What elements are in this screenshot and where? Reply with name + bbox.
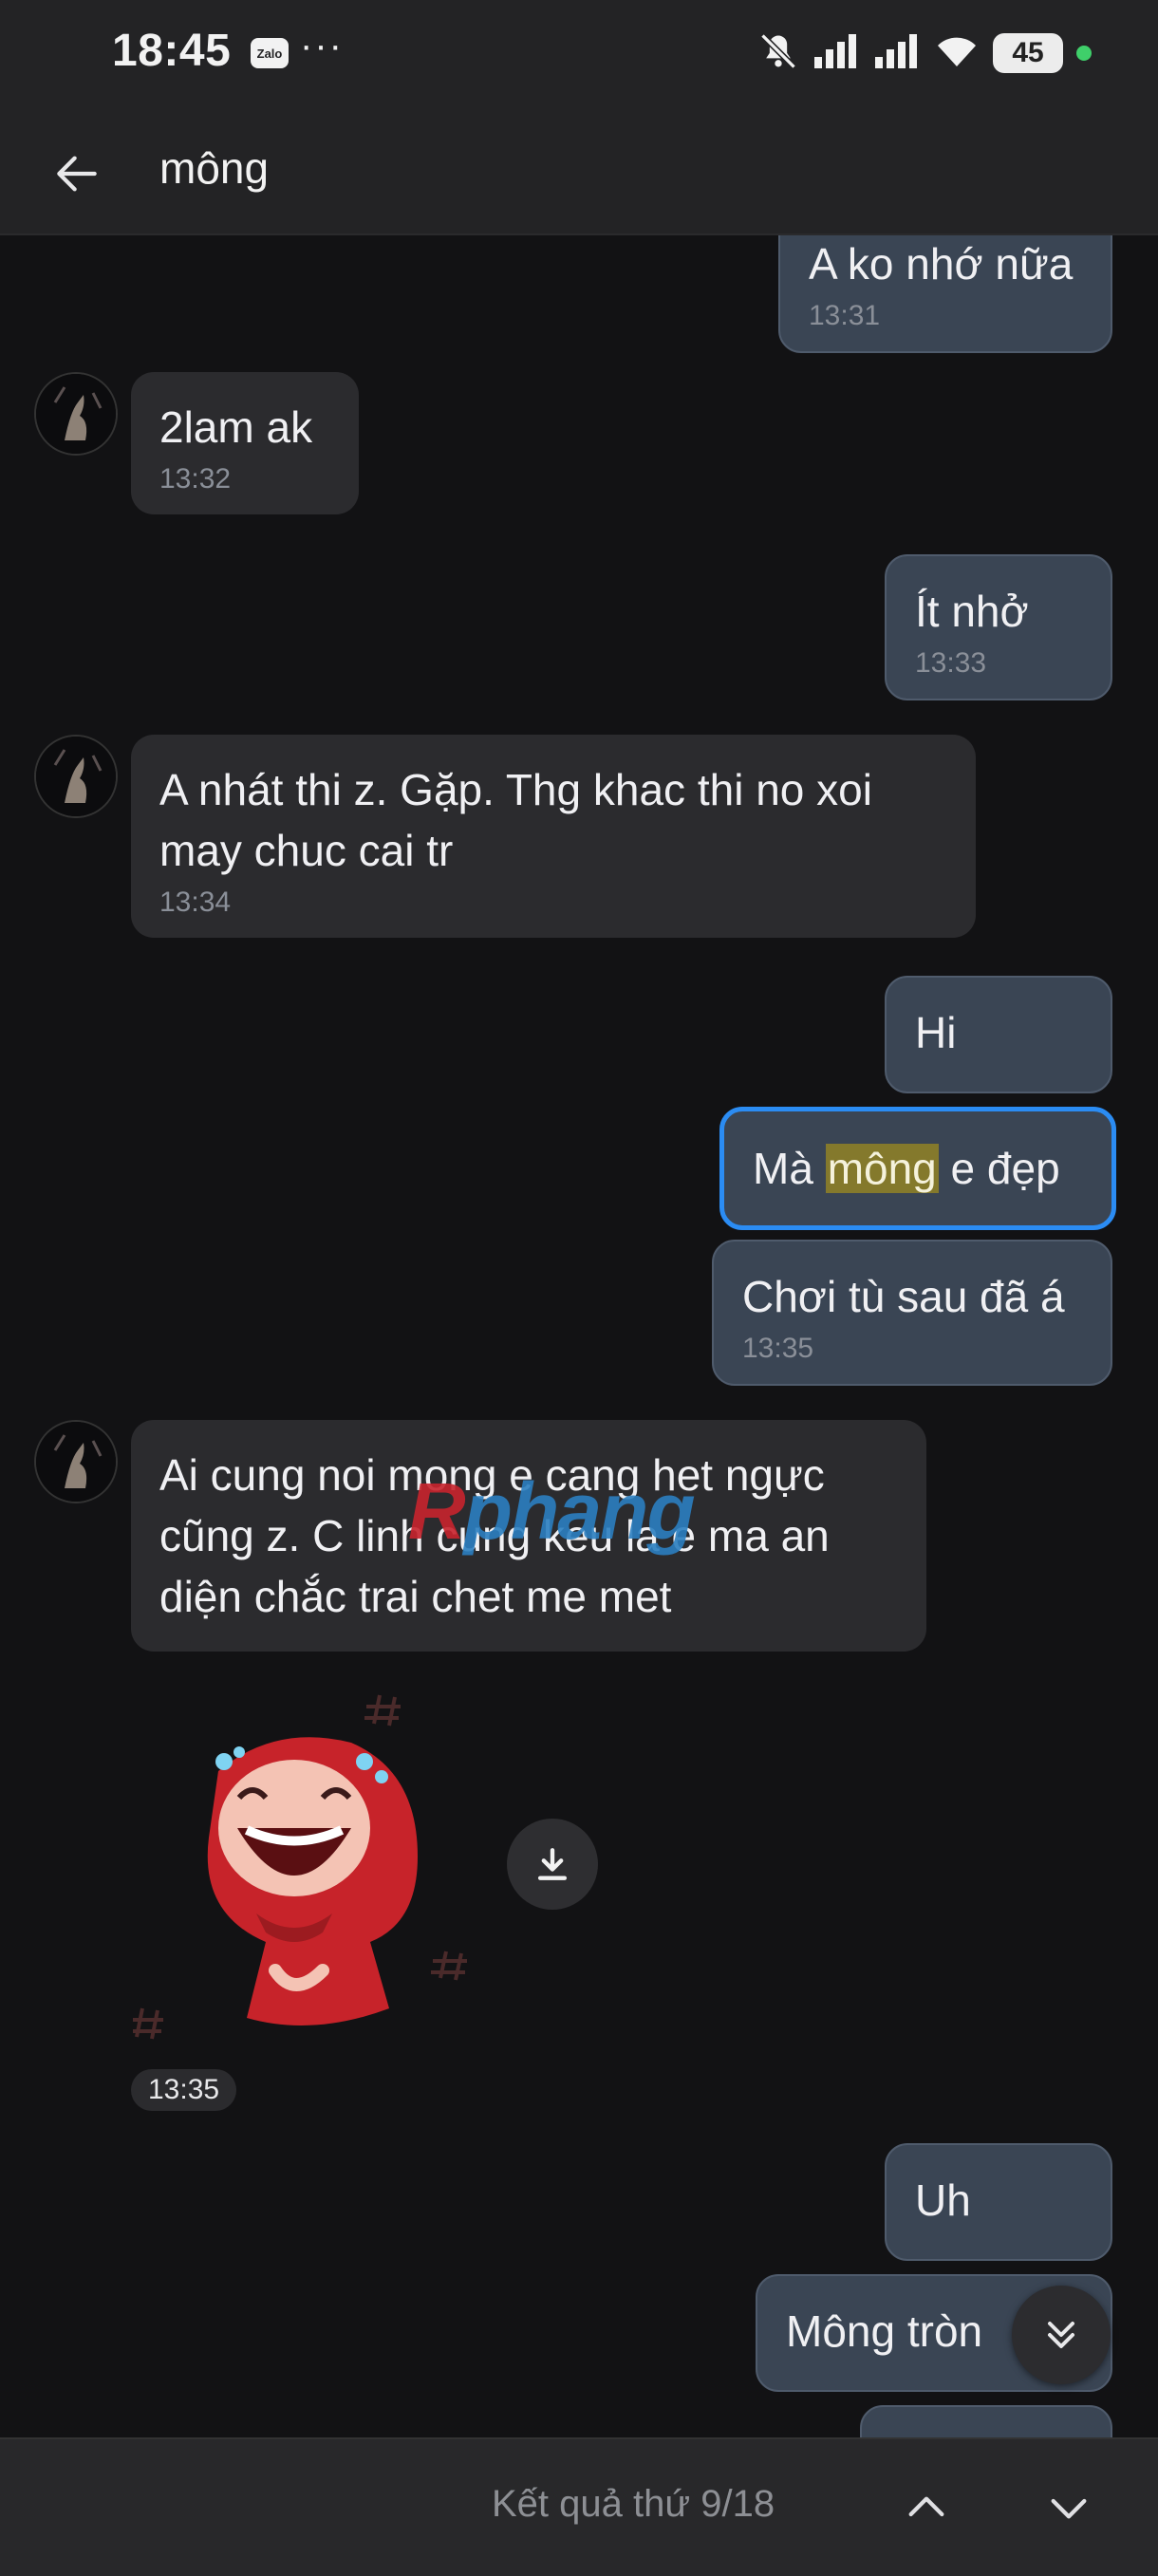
- message-time: 13:34: [159, 887, 232, 918]
- message-outgoing[interactable]: [860, 2405, 1112, 2437]
- search-navigation-bar: Kết quả thứ 9/18: [0, 2437, 1158, 2576]
- search-highlight: mông: [825, 1144, 939, 1193]
- message-time: 13:33: [915, 647, 987, 679]
- message-text: Hi: [915, 1008, 957, 1057]
- watermark-logo: Rphang: [408, 1466, 696, 1556]
- previous-result-button[interactable]: [892, 2473, 961, 2542]
- chevron-down-icon: [1051, 2498, 1087, 2519]
- message-text-after: e đẹp: [938, 1144, 1060, 1193]
- double-chevron-down-icon: [1048, 2322, 1074, 2348]
- message-incoming[interactable]: 2lam ak 13:32: [131, 372, 359, 514]
- next-result-button[interactable]: [1035, 2473, 1103, 2542]
- signal-icon-2: [873, 32, 921, 75]
- message-time: 13:31: [809, 300, 881, 331]
- message-outgoing[interactable]: Hi: [885, 976, 1112, 1093]
- message-search-result[interactable]: Mà mông e đẹp: [719, 1107, 1116, 1230]
- privacy-indicator-icon: [1076, 46, 1092, 61]
- message-time: 13:35: [742, 1333, 814, 1364]
- more-notifications-icon: ···: [300, 25, 344, 66]
- search-result-count: Kết quả thứ 9/18: [492, 2483, 775, 2525]
- message-text-before: Mà: [753, 1144, 826, 1193]
- message-text: A ko nhớ nữa: [809, 239, 1074, 289]
- scroll-to-bottom-button[interactable]: [1012, 2286, 1111, 2384]
- message-outgoing[interactable]: Chơi tù sau đã á 13:35: [712, 1240, 1112, 1386]
- signal-icon: [812, 32, 860, 75]
- message-text: Ít nhở: [915, 587, 1029, 636]
- message-outgoing[interactable]: Ít nhở 13:33: [885, 554, 1112, 700]
- message-list[interactable]: A ko nhớ nữa 13:31 2lam ak 13:32 Ít nhở …: [0, 235, 1158, 2437]
- message-text: 2lam ak: [159, 402, 313, 452]
- avatar[interactable]: [34, 735, 118, 818]
- message-outgoing[interactable]: Uh: [885, 2143, 1112, 2261]
- zalo-notification-icon: Zalo: [251, 38, 289, 68]
- arrow-left-icon: [57, 156, 97, 192]
- status-bar: 18:45 Zalo ··· 45: [0, 0, 1158, 106]
- sticker-image[interactable]: [127, 1686, 494, 2046]
- message-time: 13:35: [131, 2069, 237, 2111]
- back-button[interactable]: [44, 140, 110, 207]
- avatar[interactable]: [34, 372, 118, 456]
- status-time: 18:45: [112, 26, 232, 76]
- message-text: Chơi tù sau đã á: [742, 1272, 1065, 1321]
- chevron-up-icon: [908, 2496, 944, 2517]
- message-text: Uh: [915, 2175, 971, 2225]
- avatar[interactable]: [34, 1420, 118, 1503]
- search-header: mông: [0, 106, 1158, 235]
- download-icon: [537, 1848, 568, 1880]
- battery-icon: 45: [993, 33, 1063, 73]
- message-outgoing[interactable]: A ko nhớ nữa 13:31: [778, 235, 1112, 353]
- wifi-icon: [934, 32, 980, 75]
- message-text: A nhát thi z. Gặp. Thg khac thi no xoi m…: [159, 765, 885, 875]
- message-incoming[interactable]: A nhát thi z. Gặp. Thg khac thi no xoi m…: [131, 735, 976, 938]
- message-time: 13:32: [159, 463, 232, 495]
- search-keyword: mông: [159, 143, 270, 193]
- mute-icon: [757, 30, 799, 77]
- download-button[interactable]: [507, 1819, 598, 1910]
- message-text: Mà mông e đẹp: [753, 1138, 1083, 1199]
